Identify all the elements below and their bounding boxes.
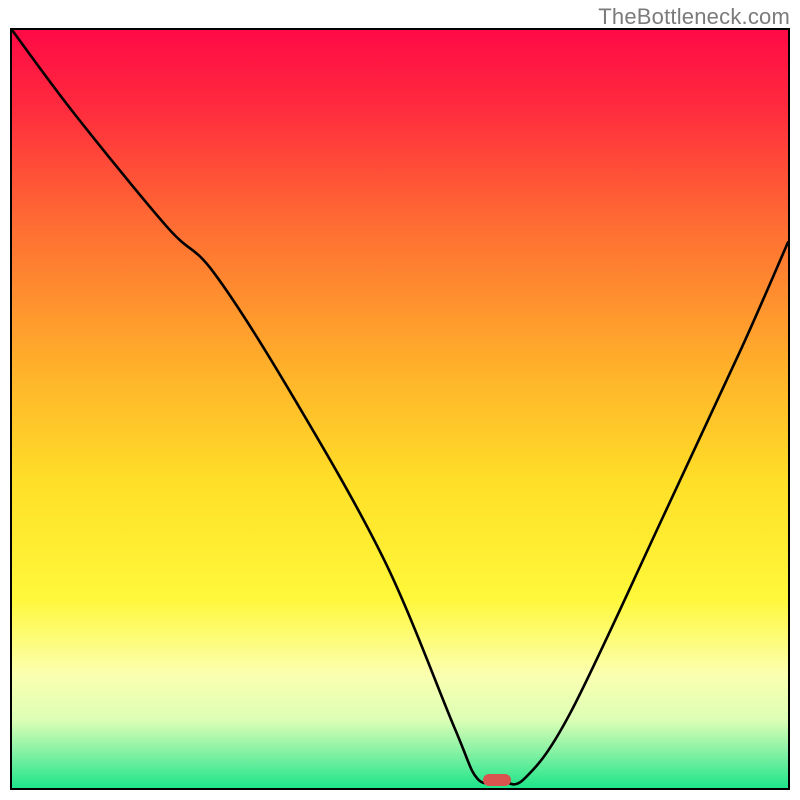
plot-area (10, 28, 790, 790)
bottleneck-curve (12, 30, 788, 788)
bottleneck-plot: TheBottleneck.com (0, 0, 800, 800)
attribution-text: TheBottleneck.com (598, 4, 790, 30)
optimal-marker (483, 774, 511, 786)
